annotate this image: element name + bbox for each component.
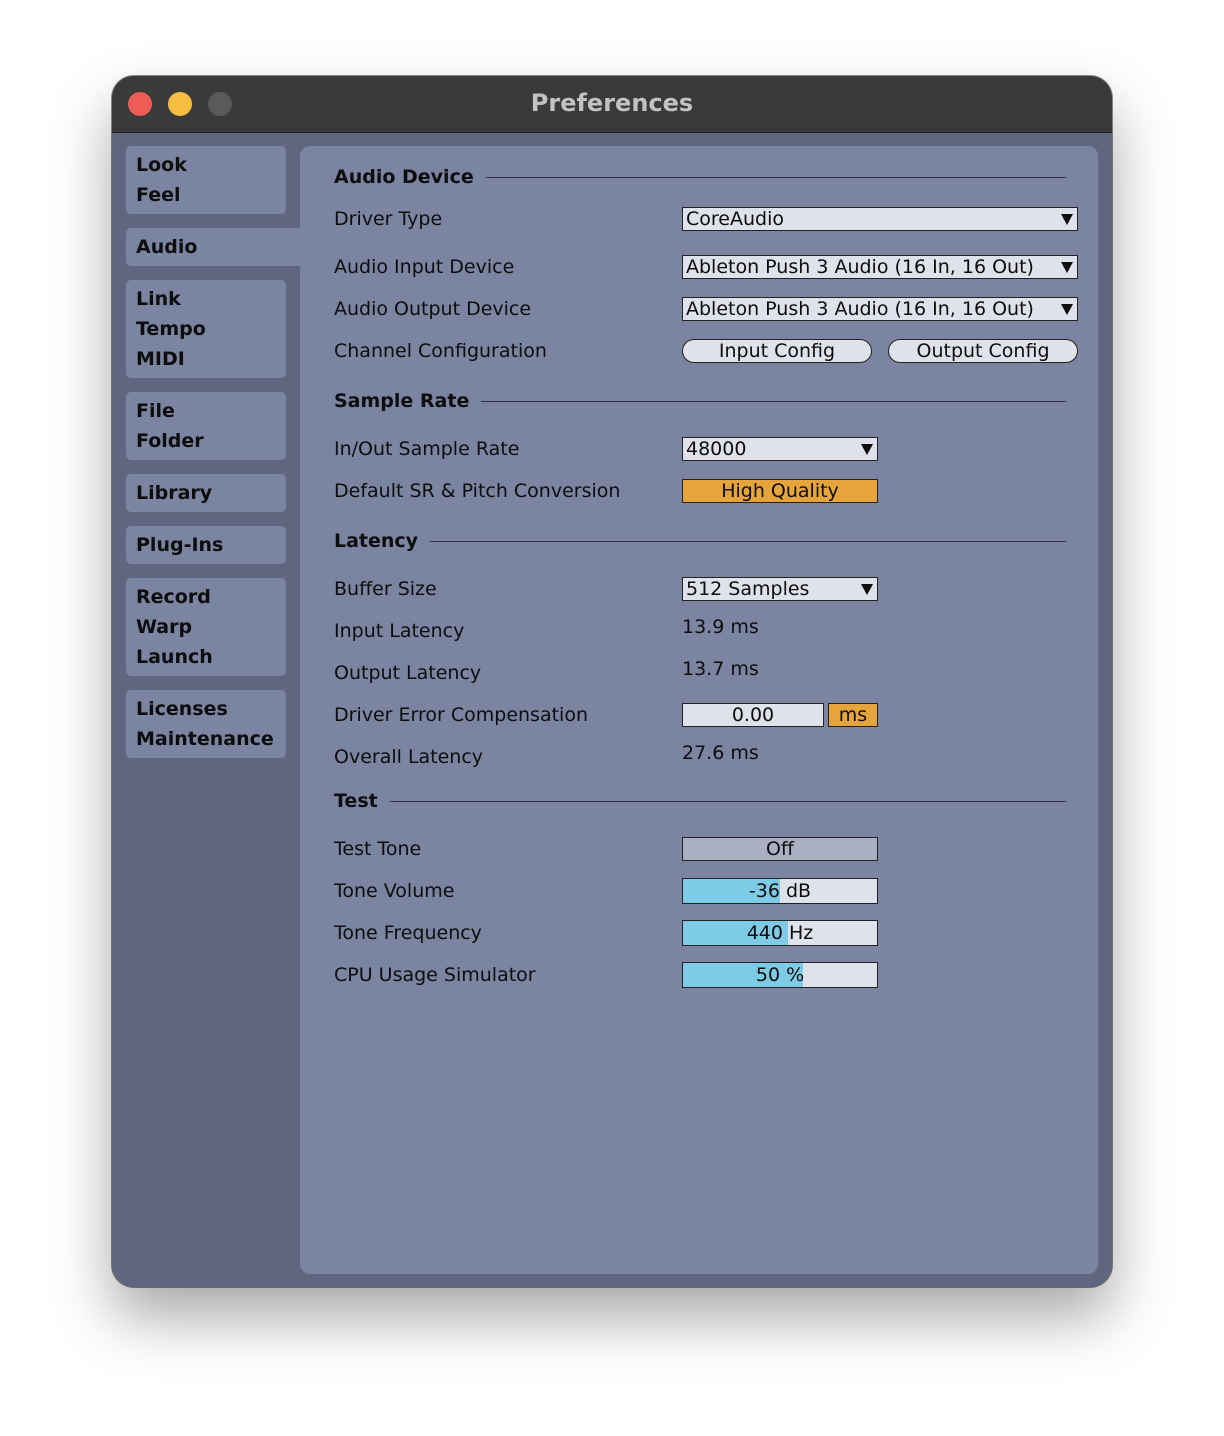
- cpu-usage-simulator-value: 50 %: [755, 964, 805, 986]
- audio-input-device-value: Ableton Push 3 Audio (16 In, 16 Out): [686, 256, 1034, 278]
- driver-type-label: Driver Type: [334, 208, 443, 230]
- overall-latency-value: 27.6 ms: [682, 742, 759, 764]
- overall-latency-label: Overall Latency: [334, 746, 484, 768]
- dropdown-arrow-icon: [861, 584, 873, 595]
- tone-frequency-slider[interactable]: 440 Hz: [682, 920, 878, 946]
- sidebar-label: Tempo: [136, 318, 206, 340]
- sidebar-label: Library: [136, 482, 213, 504]
- output-config-button[interactable]: Output Config: [888, 339, 1078, 363]
- sample-rate-value: 48000: [686, 438, 747, 460]
- input-latency-label: Input Latency: [334, 620, 465, 642]
- sidebar-label: Record: [136, 586, 211, 608]
- sidebar-label: Feel: [136, 184, 181, 206]
- dropdown-arrow-icon: [1061, 262, 1073, 273]
- driver-type-value: CoreAudio: [686, 208, 784, 230]
- title-bar: Preferences: [112, 76, 1112, 133]
- tone-volume-value: -36 dB: [748, 880, 812, 902]
- sidebar-item-look-feel[interactable]: Look Feel: [126, 146, 286, 214]
- section-divider: [481, 400, 1066, 402]
- audio-input-device-dropdown[interactable]: Ableton Push 3 Audio (16 In, 16 Out): [682, 255, 1078, 279]
- sample-rate-dropdown[interactable]: 48000: [682, 437, 878, 461]
- sidebar-item-plug-ins[interactable]: Plug-Ins: [126, 526, 286, 564]
- input-latency-value: 13.9 ms: [682, 616, 759, 638]
- sidebar-label: Launch: [136, 646, 213, 668]
- audio-input-device-label: Audio Input Device: [334, 256, 515, 278]
- sidebar-item-file-folder[interactable]: File Folder: [126, 392, 286, 460]
- driver-type-dropdown[interactable]: CoreAudio: [682, 207, 1078, 231]
- buffer-size-label: Buffer Size: [334, 578, 437, 600]
- audio-output-device-dropdown[interactable]: Ableton Push 3 Audio (16 In, 16 Out): [682, 297, 1078, 321]
- dropdown-arrow-icon: [1061, 304, 1073, 315]
- sidebar-label: Licenses: [136, 698, 228, 720]
- tone-frequency-label: Tone Frequency: [334, 922, 482, 944]
- cpu-usage-simulator-slider[interactable]: 50 %: [682, 962, 878, 988]
- section-audio-device: Audio Device: [334, 162, 1066, 192]
- dropdown-arrow-icon: [1061, 214, 1073, 225]
- tone-volume-label: Tone Volume: [334, 880, 455, 902]
- sidebar-item-record-warp-launch[interactable]: Record Warp Launch: [126, 578, 286, 676]
- audio-output-device-label: Audio Output Device: [334, 298, 532, 320]
- dropdown-arrow-icon: [861, 444, 873, 455]
- sidebar-label: Plug-Ins: [136, 534, 224, 556]
- driver-error-compensation-label: Driver Error Compensation: [334, 704, 588, 726]
- input-config-button[interactable]: Input Config: [682, 339, 872, 363]
- section-test: Test: [334, 786, 1066, 816]
- section-heading: Latency: [334, 530, 419, 552]
- high-quality-toggle[interactable]: High Quality: [682, 479, 878, 503]
- section-divider: [430, 540, 1066, 542]
- cpu-usage-simulator-label: CPU Usage Simulator: [334, 964, 536, 986]
- output-latency-label: Output Latency: [334, 662, 482, 684]
- tone-frequency-value: 440 Hz: [746, 922, 814, 944]
- section-heading: Sample Rate: [334, 390, 470, 412]
- audio-settings-panel: Audio Device Driver Type CoreAudio Audio…: [300, 146, 1098, 1274]
- driver-error-compensation-input[interactable]: 0.00: [682, 703, 824, 727]
- output-latency-value: 13.7 ms: [682, 658, 759, 680]
- sidebar-label: Warp: [136, 616, 193, 638]
- sidebar-label: Audio: [136, 236, 198, 258]
- ms-unit-toggle[interactable]: ms: [828, 703, 878, 727]
- sidebar-item-link-tempo-midi[interactable]: Link Tempo MIDI: [126, 280, 286, 378]
- sr-conversion-label: Default SR & Pitch Conversion: [334, 480, 621, 502]
- sidebar-item-licenses-maintenance[interactable]: Licenses Maintenance: [126, 690, 286, 758]
- section-heading: Audio Device: [334, 166, 474, 188]
- sidebar-label: MIDI: [136, 348, 185, 370]
- sidebar-item-audio[interactable]: Audio: [126, 228, 300, 266]
- section-latency: Latency: [334, 526, 1066, 556]
- buffer-size-dropdown[interactable]: 512 Samples: [682, 577, 878, 601]
- section-sample-rate: Sample Rate: [334, 386, 1066, 416]
- sidebar-label: Link: [136, 288, 181, 310]
- sidebar-item-library[interactable]: Library: [126, 474, 286, 512]
- channel-configuration-label: Channel Configuration: [334, 340, 547, 362]
- buffer-size-value: 512 Samples: [686, 578, 810, 600]
- tone-volume-slider[interactable]: -36 dB: [682, 878, 878, 904]
- preferences-window: Preferences Look Feel Audio Link Tempo M…: [112, 76, 1112, 1287]
- sidebar-label: Folder: [136, 430, 204, 452]
- sidebar-label: File: [136, 400, 175, 422]
- test-tone-label: Test Tone: [334, 838, 422, 860]
- window-title: Preferences: [530, 89, 694, 117]
- section-divider: [485, 176, 1066, 178]
- section-divider: [389, 800, 1066, 802]
- test-tone-toggle[interactable]: Off: [682, 837, 878, 861]
- sample-rate-label: In/Out Sample Rate: [334, 438, 520, 460]
- sidebar-label: Maintenance: [136, 728, 274, 750]
- section-heading: Test: [334, 790, 378, 812]
- sidebar-label: Look: [136, 154, 187, 176]
- audio-output-device-value: Ableton Push 3 Audio (16 In, 16 Out): [686, 298, 1034, 320]
